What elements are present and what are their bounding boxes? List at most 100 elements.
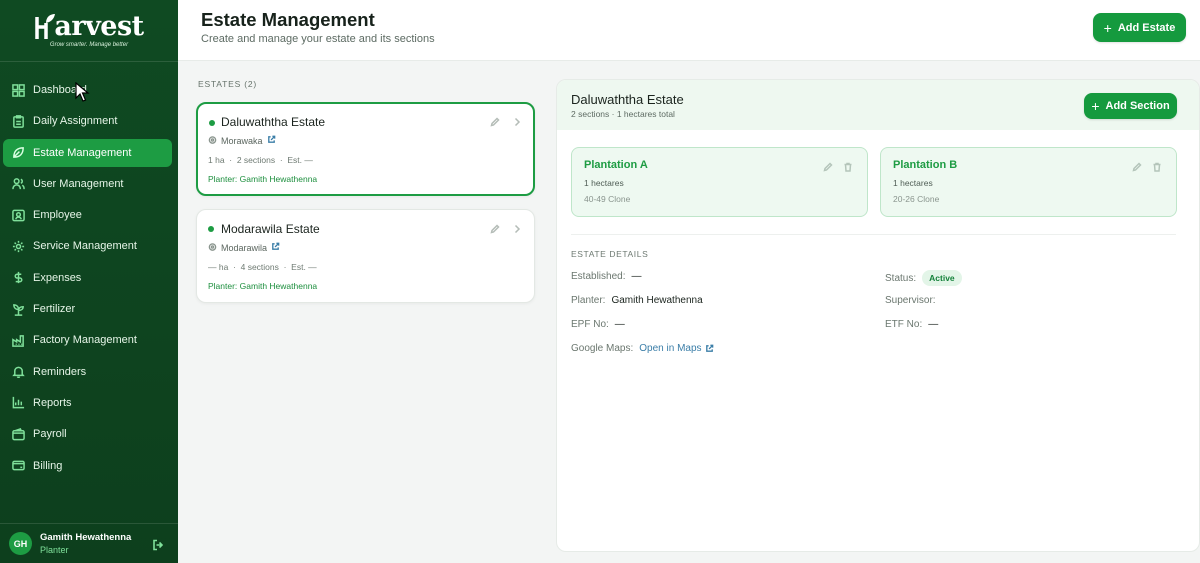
field-supervisor: Supervisor: [885,295,936,306]
field-etf: ETF No: — [885,319,939,330]
estate-card-daluwaththa[interactable]: Daluwaththa Estate Morawaka 1 ha · 2 sec… [196,102,535,196]
estate-location-text: Modarawila [221,242,268,253]
section-clone: 20-26 Clone [893,194,940,204]
add-estate-label: Add Estate [1117,21,1176,34]
estate-planter: Planter: Gamith Hewathenna [208,174,318,184]
gear-icon [11,239,25,253]
grid-icon [11,83,25,97]
section-actions [813,162,853,172]
logo-wordmark: arvest [34,13,144,41]
sidebar-item-user-management[interactable]: User Management [3,170,172,198]
estate-name: Modarawila Estate [221,222,320,236]
estate-location: Modarawila [208,242,284,253]
section-card-plantation-a[interactable]: Plantation A 1 hectares 40-49 Clone [571,147,868,217]
open-in-maps-link[interactable]: Open in Maps [639,343,713,354]
section-clone: 40-49 Clone [584,194,631,204]
section-actions [1122,162,1162,172]
field-epf: EPF No: — [571,319,625,330]
plus-icon: + [1091,98,1100,114]
status-dot [209,120,215,126]
edit-icon[interactable] [490,224,500,234]
estate-detail-panel: Daluwaththa Estate 2 sections · 1 hectar… [556,79,1200,552]
wallet-icon [11,427,25,441]
sidebar-item-reminders[interactable]: Reminders [3,358,172,386]
section-hectares: 1 hectares [584,178,624,188]
leaf-logo-icon [35,14,56,39]
sidebar-item-label: Estate Management [33,146,132,159]
plus-icon: + [1103,19,1112,36]
detail-title: Daluwaththa Estate [571,92,684,107]
field-google-maps: Google Maps: Open in Maps [571,343,714,354]
sidebar-item-label: Reminders [33,365,87,378]
field-planter: Planter: Gamith Hewathenna [571,295,703,306]
clipboard-icon [11,114,25,128]
page-title: Estate Management [201,9,375,30]
bar-chart-icon [11,396,25,410]
estate-location: Morawaka [208,135,280,146]
sidebar-item-label: Factory Management [33,334,137,347]
bell-icon [11,365,25,379]
sidebar-item-label: Payroll [33,428,67,441]
mouse-cursor-icon [75,82,90,102]
external-link-icon [705,344,713,352]
add-section-button[interactable]: + Add Section [1084,93,1177,119]
edit-icon[interactable] [490,117,500,127]
field-status: Status: Active [885,270,962,286]
sidebar-item-factory-management[interactable]: Factory Management [3,326,172,354]
estate-meta: — ha · 4 sections · Est. — [208,262,317,272]
sidebar-item-billing[interactable]: Billing [3,452,172,480]
id-card-icon [11,208,25,222]
estate-card-modarawila[interactable]: Modarawila Estate Modarawila — ha · 4 se… [196,209,535,303]
card-actions [478,117,522,127]
chevron-right-icon[interactable] [512,117,522,127]
leaf-icon [11,146,25,160]
user-info: Gamith Hewathenna Planter [40,532,131,556]
users-icon [11,177,25,191]
user-profile[interactable]: GH Gamith Hewathenna Planter [0,523,178,563]
logout-icon[interactable] [152,538,164,551]
location-pin-icon [208,243,217,251]
external-link-icon[interactable] [263,135,280,146]
sidebar-item-daily-assignment[interactable]: Daily Assignment [3,107,172,135]
trash-icon[interactable] [843,162,853,172]
estates-count-label: ESTATES (2) [198,79,258,89]
section-card-plantation-b[interactable]: Plantation B 1 hectares 20-26 Clone [880,147,1177,217]
logo[interactable]: arvest Grow smarter. Manage better [0,0,178,62]
page-header: Estate Management Create and manage your… [178,0,1200,61]
estate-meta: 1 ha · 2 sections · Est. — [208,155,313,165]
external-link-icon[interactable] [267,242,284,253]
divider [571,234,1176,235]
sidebar-item-fertilizer[interactable]: Fertilizer [3,295,172,323]
estate-name: Daluwaththa Estate [221,115,326,129]
edit-icon[interactable] [1132,162,1142,172]
sidebar-item-label: Fertilizer [33,303,76,316]
detail-subtitle: 2 sections · 1 hectares total [571,109,675,119]
factory-icon [11,333,25,347]
section-hectares: 1 hectares [893,178,933,188]
sidebar-item-label: Billing [33,459,63,472]
chevron-right-icon[interactable] [512,224,522,234]
sidebar-item-label: Reports [33,396,72,409]
section-name: Plantation A [584,159,648,171]
sidebar-item-expenses[interactable]: Expenses [3,264,172,292]
dollar-icon [11,271,25,285]
sidebar-item-label: Daily Assignment [33,115,118,128]
estate-location-text: Morawaka [221,135,263,146]
trash-icon[interactable] [1152,162,1162,172]
section-name: Plantation B [893,159,958,171]
sidebar-item-reports[interactable]: Reports [3,389,172,417]
sidebar-item-estate-management[interactable]: Estate Management [3,138,172,167]
logo-tagline: Grow smarter. Manage better [49,42,129,48]
sidebar-item-service-management[interactable]: Service Management [3,232,172,260]
estate-details-heading: ESTATE DETAILS [571,249,649,259]
sidebar-item-label: User Management [33,177,124,190]
edit-icon[interactable] [823,162,833,172]
status-badge: Active [922,270,962,286]
page-subtitle: Create and manage your estate and its se… [201,33,435,45]
sidebar-item-payroll[interactable]: Payroll [3,420,172,448]
sidebar-item-employee[interactable]: Employee [3,201,172,229]
add-estate-button[interactable]: + Add Estate [1093,13,1186,42]
estate-planter: Planter: Gamith Hewathenna [208,281,318,291]
sidebar-nav: Dashboard Daily Assignment Estate Manage… [0,62,178,480]
user-name: Gamith Hewathenna [40,531,132,543]
